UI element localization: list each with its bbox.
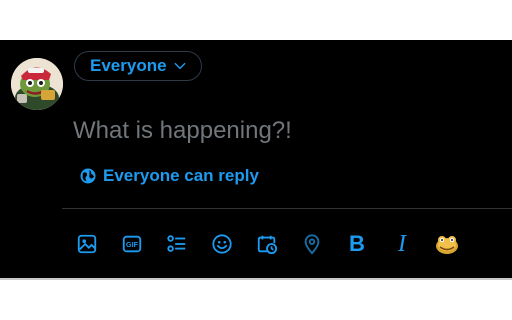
custom-emoji-icon: [436, 236, 458, 254]
poll-icon: [167, 235, 186, 252]
gif-button[interactable]: GIF: [119, 231, 145, 257]
media-icon: [77, 234, 97, 254]
compose-input[interactable]: [73, 114, 493, 148]
emoji-icon: [212, 234, 232, 254]
bold-button[interactable]: B: [344, 231, 370, 257]
gif-label: GIF: [126, 240, 139, 249]
avatar[interactable]: [11, 58, 63, 110]
media-button[interactable]: [74, 231, 100, 257]
avatar-image: [11, 58, 63, 110]
globe-icon: [80, 168, 96, 184]
reply-setting-button[interactable]: Everyone can reply: [79, 166, 259, 186]
schedule-button[interactable]: [254, 231, 280, 257]
tweet-composer: Everyone Everyone can reply: [0, 40, 512, 278]
reply-setting-label: Everyone can reply: [103, 166, 259, 185]
audience-label: Everyone: [90, 56, 167, 75]
emoji-button[interactable]: [209, 231, 235, 257]
composer-toolbar: GIF B I: [74, 231, 479, 257]
italic-button[interactable]: I: [389, 231, 415, 257]
chevron-down-icon: [174, 62, 185, 70]
poll-button[interactable]: [164, 231, 190, 257]
bottom-border: [0, 278, 512, 280]
location-icon: [304, 234, 320, 255]
audience-selector[interactable]: Everyone: [74, 51, 202, 81]
gif-icon: GIF: [122, 235, 142, 253]
bold-icon: B: [349, 231, 365, 256]
screen: Everyone Everyone can reply: [0, 0, 512, 320]
schedule-icon: [257, 235, 278, 255]
divider: [62, 208, 512, 209]
custom-emoji-button[interactable]: [434, 231, 460, 257]
italic-icon: I: [398, 231, 406, 257]
location-button[interactable]: [299, 231, 325, 257]
